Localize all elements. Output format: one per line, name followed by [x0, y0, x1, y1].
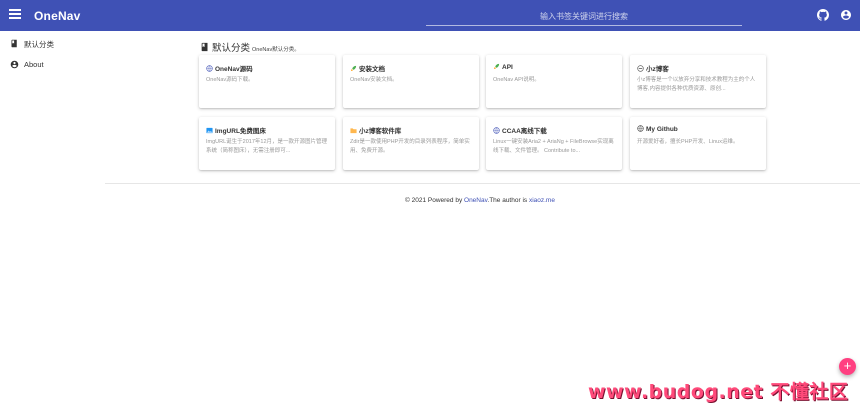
link-card-onenav-source[interactable]: OneNav源码 OneNav源码下载。 — [199, 55, 335, 108]
card-title: ImgURL免费图床 — [215, 128, 266, 135]
account-circle-icon — [10, 60, 19, 69]
menu-icon[interactable] — [9, 9, 21, 19]
sidebar: 默认分类 About — [0, 31, 105, 407]
sidebar-item-label: About — [24, 60, 44, 69]
card-title: 小z博客 — [646, 66, 669, 73]
sidebar-item-about[interactable]: About — [0, 54, 105, 76]
link-card-my-github[interactable]: My Github 开源爱好者，擅长PHP开发、Linux运维。 — [630, 117, 766, 170]
footer-link-author[interactable]: xiaoz.me — [529, 197, 555, 204]
site-watermark: www.budog.net 不懂社区 — [588, 381, 849, 403]
folder-icon — [350, 128, 357, 134]
globe-icon — [493, 127, 500, 134]
card-description: 小z博客是一个以放弃分享和技术教程为主的个人博客,内容提供各种优质资源、原创..… — [637, 77, 756, 92]
rocket-icon — [493, 63, 500, 70]
rocket-icon — [350, 65, 357, 72]
card-title: 安装文档 — [359, 66, 385, 73]
link-card-install-docs[interactable]: 安装文档 OneNav安装文档。 — [343, 55, 479, 108]
card-title: 小z博客软件库 — [359, 128, 402, 135]
search-input[interactable] — [426, 8, 742, 26]
link-card-xiaoz-blog[interactable]: 小z博客 小z博客是一个以放弃分享和技术教程为主的个人博客,内容提供各种优质资源… — [630, 55, 766, 108]
app-bar: OneNav — [0, 0, 860, 31]
category-heading: 默认分类 OneNav默认分类。 — [200, 38, 300, 54]
card-description: OneNav安装文档。 — [350, 77, 398, 83]
card-description: OneNav API说明。 — [493, 77, 540, 83]
globe-icon — [206, 65, 213, 72]
card-description: ImgURL诞生于2017年12月，是一款开源图片管理系统（简称图床），无需注册… — [206, 139, 328, 154]
card-description: Zdir是一款使用PHP开发的目录列表程序，简单实用、免费开源。 — [350, 139, 470, 154]
account-circle-icon[interactable] — [840, 9, 852, 21]
add-link-button[interactable]: + — [839, 358, 856, 375]
footer-middle: .The author is — [487, 197, 529, 204]
footer-link-onenav[interactable]: OneNav — [464, 197, 487, 204]
category-title: 默认分类 — [212, 43, 251, 54]
category-description: OneNav默认分类。 — [252, 47, 300, 53]
card-description: OneNav源码下载。 — [206, 77, 254, 83]
card-description: Linux一键安装Aria2 + AriaNg + FileBrowse实现离线… — [493, 139, 614, 154]
sidebar-item-default-category[interactable]: 默认分类 — [0, 33, 105, 55]
link-card-api[interactable]: API OneNav API说明。 — [486, 55, 622, 108]
footer: © 2021 Powered by OneNav.The author is x… — [0, 197, 860, 204]
book-icon — [11, 39, 17, 48]
card-title: My Github — [646, 126, 678, 133]
app-brand[interactable]: OneNav — [34, 9, 81, 23]
card-title: OneNav源码 — [215, 66, 253, 73]
link-card-ccaa[interactable]: CCAA离线下载 Linux一键安装Aria2 + AriaNg + FileB… — [486, 117, 622, 170]
image-icon — [206, 127, 213, 134]
circle-icon — [637, 65, 644, 72]
card-title: API — [502, 64, 513, 71]
card-description: 开源爱好者，擅长PHP开发、Linux运维。 — [637, 139, 739, 145]
link-card-zdir[interactable]: 小z博客软件库 Zdir是一款使用PHP开发的目录列表程序，简单实用、免费开源。 — [343, 117, 479, 170]
globe-icon — [637, 125, 644, 132]
footer-prefix: © 2021 Powered by — [405, 197, 465, 204]
github-icon[interactable] — [817, 9, 829, 21]
sidebar-item-label: 默认分类 — [24, 40, 54, 49]
card-title: CCAA离线下载 — [502, 128, 547, 135]
content-divider — [105, 183, 860, 184]
link-card-imgurl[interactable]: ImgURL免费图床 ImgURL诞生于2017年12月，是一款开源图片管理系统… — [199, 117, 335, 170]
book-icon — [201, 42, 208, 52]
